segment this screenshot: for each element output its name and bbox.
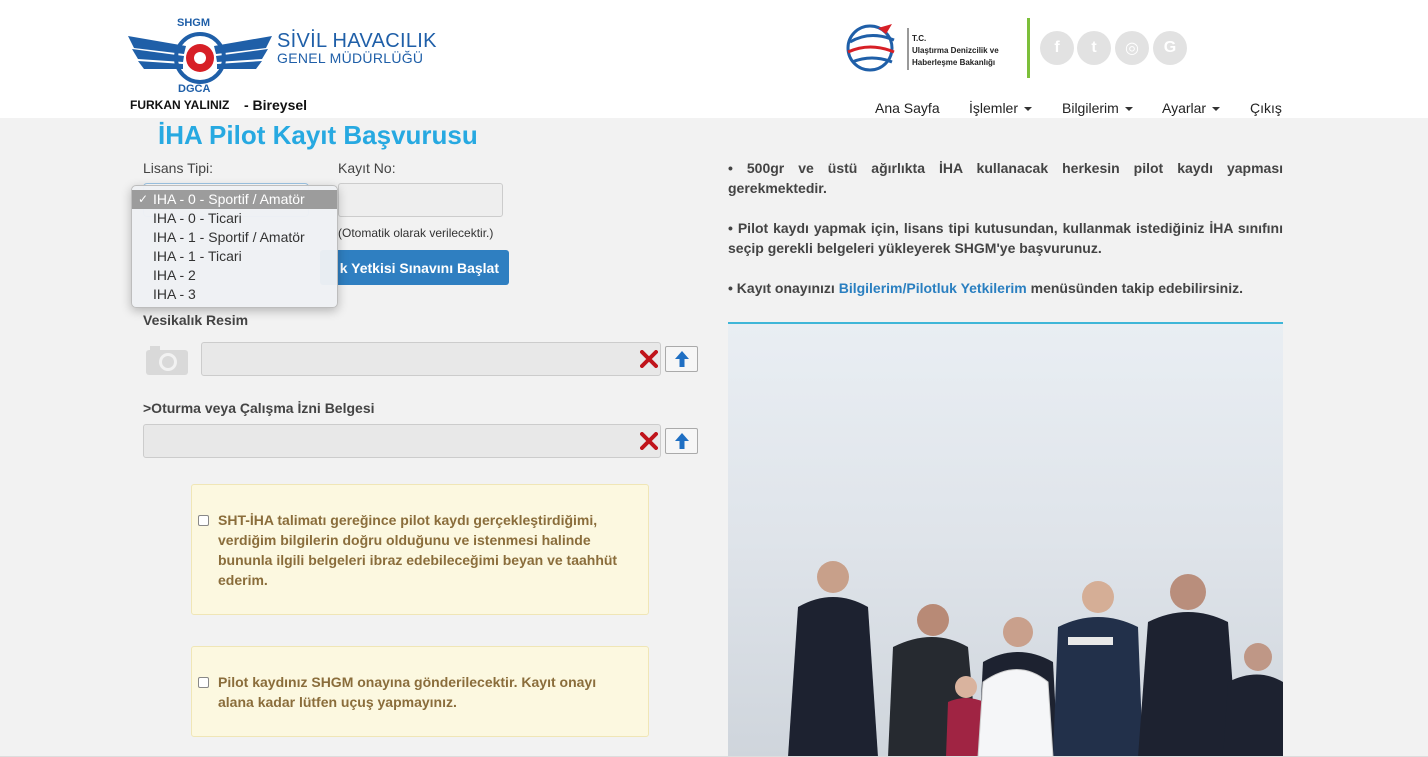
license-option[interactable]: IHA - 3	[132, 285, 337, 304]
nav-my-info-label: Bilgilerim	[1062, 100, 1119, 116]
permit-label: >Oturma veya Çalışma İzni Belgesi	[143, 400, 375, 416]
user-name: FURKAN YALINIZ	[130, 98, 230, 112]
upload-arrow-icon	[674, 433, 689, 449]
user-role: - Bireysel	[244, 97, 308, 113]
photo-file-field[interactable]	[201, 342, 661, 376]
approval-text: Pilot kaydınız SHGM onayına gönderilecek…	[218, 674, 597, 710]
nav-logout-label: Çıkış	[1250, 100, 1282, 116]
license-option[interactable]: IHA - 0 - Ticari	[132, 209, 337, 228]
caret-down-icon	[1124, 107, 1133, 112]
license-option[interactable]: ✓ IHA - 0 - Sportif / Amatör	[132, 190, 337, 209]
permit-file-field[interactable]	[143, 424, 661, 458]
ministry-line: Ulaştırma Denizcilik ve	[912, 46, 999, 55]
photo-upload-button[interactable]	[665, 346, 698, 372]
ministry-line: Haberleşme Bakanlığı	[912, 58, 996, 67]
checkmark-icon: ✓	[138, 192, 149, 206]
license-option[interactable]: IHA - 1 - Sportif / Amatör	[132, 228, 337, 247]
google-icon[interactable]: G	[1153, 31, 1187, 65]
logo-ring-bottom-text: DGCA	[178, 83, 210, 94]
license-option[interactable]: IHA - 2	[132, 266, 337, 285]
license-option-label: IHA - 0 - Sportif / Amatör	[153, 191, 305, 207]
upload-arrow-icon	[674, 351, 689, 367]
declaration-checkbox[interactable]	[198, 515, 209, 526]
nav-operations[interactable]: İşlemler	[969, 100, 1033, 116]
caret-down-icon	[1212, 107, 1221, 112]
caret-down-icon	[1024, 107, 1033, 112]
nav-settings[interactable]: Ayarlar	[1162, 100, 1221, 116]
info-text: • Kayıt onayınızı	[728, 280, 839, 296]
auto-note: (Otomatik olarak verilecektir.)	[338, 226, 494, 240]
drone-pilots-photo	[728, 322, 1283, 757]
approval-checkbox[interactable]	[198, 677, 209, 688]
logo-ring-top-text: SHGM	[177, 17, 210, 29]
photo-label: Vesikalık Resim	[143, 312, 249, 328]
remove-icon[interactable]	[640, 432, 658, 450]
permit-upload-button[interactable]	[665, 428, 698, 454]
ministry-text: T.C. Ulaştırma Denizcilik ve Haberleşme …	[912, 33, 999, 69]
logo-subtitle: GENEL MÜDÜRLÜĞÜ	[277, 50, 424, 66]
camera-icon	[146, 346, 188, 375]
nav-logout[interactable]: Çıkış	[1250, 100, 1282, 116]
declaration-box: SHT-İHA talimatı gereğince pilot kaydı g…	[191, 484, 649, 615]
nav-home[interactable]: Ana Sayfa	[875, 100, 940, 116]
twitter-icon[interactable]: t	[1077, 31, 1111, 65]
start-exam-button[interactable]: k Yetkisi Sınavını Başlat	[320, 250, 509, 285]
nav-my-info[interactable]: Bilgilerim	[1062, 100, 1133, 116]
header: SHGM DGCA SİVİL HAVACILIK GENEL MÜDÜRLÜĞ…	[0, 0, 1428, 118]
ministry-line: T.C.	[912, 34, 927, 43]
page-title: İHA Pilot Kayıt Başvurusu	[158, 120, 478, 150]
record-number-input[interactable]	[338, 183, 503, 217]
approval-notice-box: Pilot kaydınız SHGM onayına gönderilecek…	[191, 646, 649, 737]
header-divider	[1027, 18, 1030, 78]
instagram-icon[interactable]: ◎	[1115, 31, 1149, 65]
info-item: • 500gr ve üstü ağırlıkta İHA kullanacak…	[728, 160, 1283, 196]
declaration-text: SHT-İHA talimatı gereğince pilot kaydı g…	[218, 512, 618, 588]
info-item: • Pilot kaydı yapmak için, lisans tipi k…	[728, 220, 1283, 256]
facebook-icon[interactable]: f	[1040, 31, 1074, 65]
my-info-link[interactable]: Bilgilerim/Pilotluk Yetkilerim	[839, 280, 1027, 296]
nav-operations-label: İşlemler	[969, 100, 1019, 116]
info-item: • Kayıt onayınızı Bilgilerim/Pilotluk Ye…	[728, 278, 1283, 298]
info-text: menüsünden takip edebilirsiniz.	[1026, 280, 1243, 296]
license-option[interactable]: IHA - 1 - Ticari	[132, 247, 337, 266]
remove-icon[interactable]	[640, 350, 658, 368]
license-type-label: Lisans Tipi:	[143, 160, 214, 176]
license-type-dropdown[interactable]: ✓ IHA - 0 - Sportif / Amatör IHA - 0 - Ti…	[131, 185, 338, 308]
record-number-label: Kayıt No:	[338, 160, 396, 176]
nav-home-label: Ana Sayfa	[875, 100, 940, 116]
nav-settings-label: Ayarlar	[1162, 100, 1207, 116]
group-photo-illustration	[728, 322, 1283, 757]
